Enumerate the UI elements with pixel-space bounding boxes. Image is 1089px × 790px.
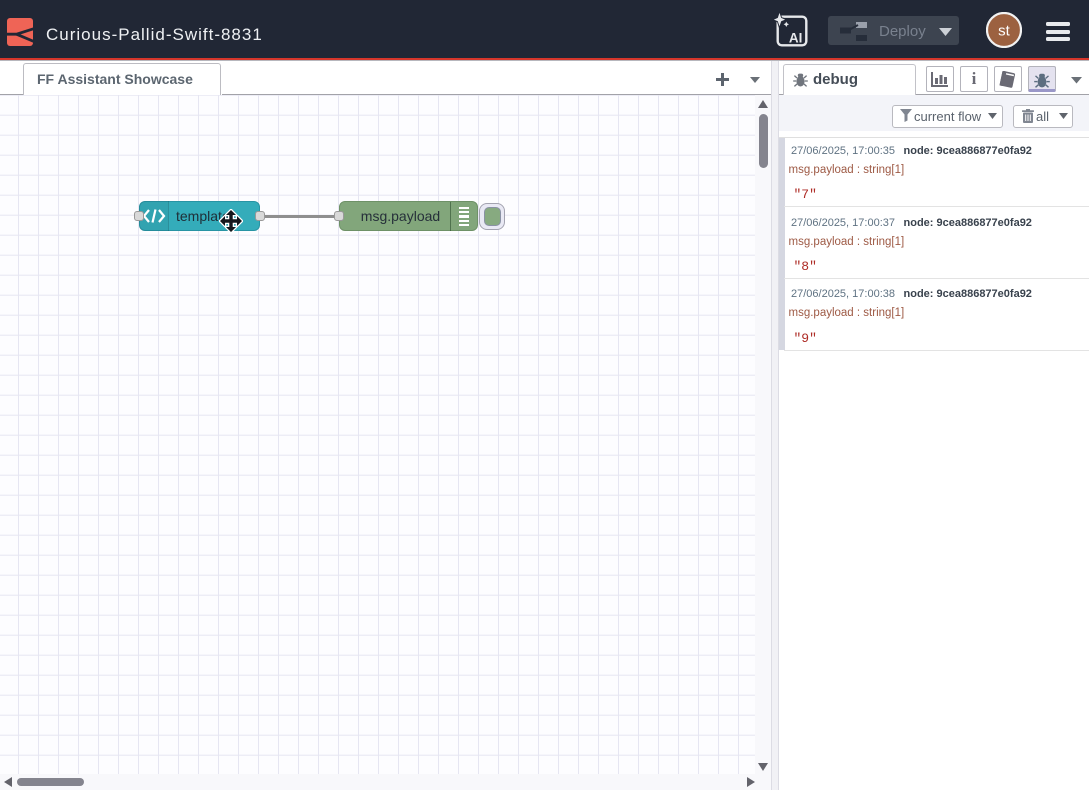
svg-text:st: st — [998, 23, 1011, 40]
svg-text:AI: AI — [789, 31, 803, 46]
